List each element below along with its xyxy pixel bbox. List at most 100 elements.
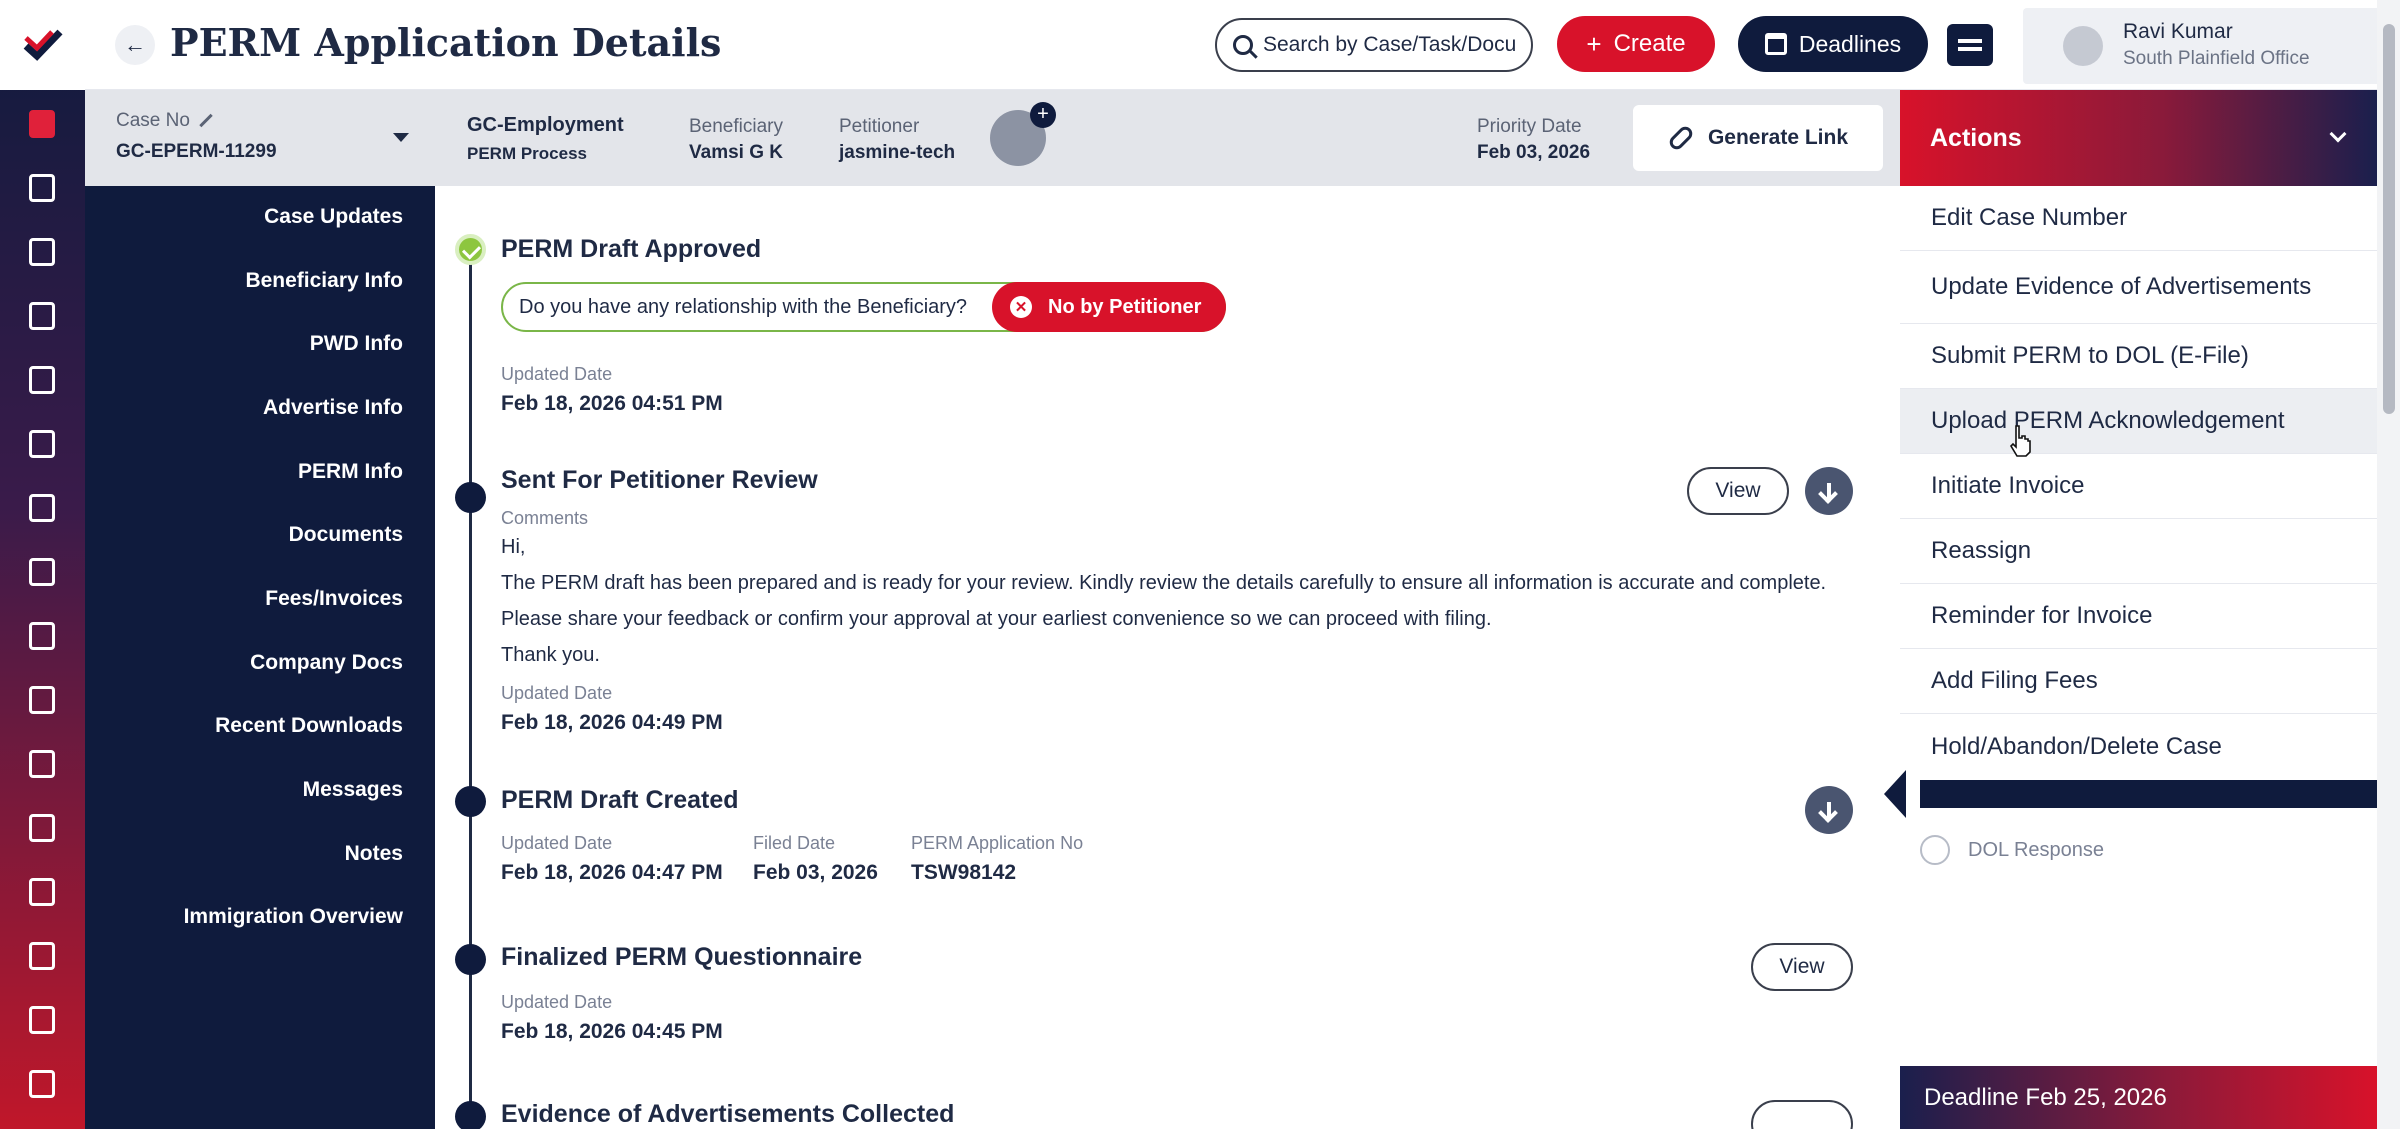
app-no: TSW98142 — [911, 861, 1017, 884]
download-icon[interactable] — [1805, 467, 1853, 515]
action-update-evidence[interactable]: Update Evidence of Advertisements — [1900, 251, 2377, 324]
view-button[interactable]: View — [1751, 943, 1853, 991]
filed-label: Filed Date — [753, 833, 836, 853]
section-advertise-info[interactable]: Advertise Info — [263, 396, 403, 420]
priority-date: Feb 03, 2026 — [1477, 142, 1591, 163]
folder-icon[interactable] — [20, 870, 64, 914]
app-no-label: PERM Application No — [911, 833, 1084, 853]
updated-label: Updated Date — [501, 992, 613, 1012]
view-button[interactable] — [1751, 1100, 1853, 1129]
updated-label: Updated Date — [501, 364, 613, 384]
dashboard-icon[interactable] — [20, 102, 64, 146]
comments-label: Comments — [501, 508, 589, 528]
action-submit-perm[interactable]: Submit PERM to DOL (E-File) — [1900, 324, 2377, 389]
chat-icon[interactable] — [20, 422, 64, 466]
create-label: Create — [1613, 30, 1686, 57]
case-timeline: PERM Draft Approved Do you have any rela… — [435, 186, 1900, 1129]
action-reminder-invoice[interactable]: Reminder for Invoice — [1900, 584, 2377, 649]
question-text: Do you have any relationship with the Be… — [519, 295, 968, 318]
action-reassign[interactable]: Reassign — [1900, 519, 2377, 584]
app-root: ← PERM Application Details + Create Dead… — [0, 0, 2400, 1129]
view-button[interactable]: View — [1687, 467, 1789, 515]
profile-icon[interactable] — [20, 998, 64, 1042]
event-title: Sent For Petitioner Review — [501, 466, 818, 494]
updated-date: Feb 18, 2026 04:49 PM — [501, 711, 723, 734]
deadlines-label: Deadlines — [1798, 30, 1902, 57]
app-logo[interactable] — [0, 0, 85, 90]
caret-down-icon[interactable] — [393, 133, 409, 142]
section-nav: Case Updates Beneficiary Info PWD Info A… — [85, 186, 435, 1129]
cases-icon[interactable] — [20, 166, 64, 210]
action-edit-case-number[interactable]: Edit Case Number — [1900, 186, 2377, 251]
section-notes[interactable]: Notes — [345, 842, 403, 866]
step-pointer — [1884, 770, 1906, 818]
section-company-docs[interactable]: Company Docs — [250, 651, 403, 675]
section-beneficiary-info[interactable]: Beneficiary Info — [245, 269, 403, 293]
actions-dropdown-header[interactable]: Actions — [1900, 90, 2377, 186]
checklist-icon[interactable] — [20, 358, 64, 402]
search-input[interactable] — [1263, 33, 1523, 57]
clipboard-icon[interactable] — [20, 678, 64, 722]
user-menu[interactable]: Ravi Kumar South Plainfield Office — [2023, 8, 2393, 84]
comment-line: Please share your feedback or confirm yo… — [501, 608, 1492, 630]
updated-label: Updated Date — [501, 833, 613, 853]
case-number: GC-EPERM-11299 — [116, 141, 277, 162]
comment-line: Thank you. — [501, 644, 600, 666]
user-office: South Plainfield Office — [2123, 48, 2310, 69]
actions-panel: Actions Edit Case Number Update Evidence… — [1884, 90, 2377, 1129]
create-button[interactable]: + Create — [1557, 16, 1715, 72]
back-arrow-icon[interactable]: ← — [115, 25, 155, 65]
search-box[interactable] — [1215, 18, 1533, 72]
section-pwd-info[interactable]: PWD Info — [310, 332, 403, 356]
close-circle-icon: ✕ — [1010, 296, 1032, 318]
beneficiary-label: Beneficiary — [689, 116, 783, 137]
case-process: PERM Process — [467, 144, 587, 163]
user-name: Ravi Kumar — [2123, 20, 2233, 43]
calendar-icon[interactable] — [20, 614, 64, 658]
step-label: DOL Response — [1968, 838, 2104, 861]
section-documents[interactable]: Documents — [289, 523, 403, 547]
action-initiate-invoice[interactable]: Initiate Invoice — [1900, 454, 2377, 519]
check-circle-icon — [455, 234, 486, 265]
timeline-line — [469, 250, 472, 1129]
book-icon[interactable] — [20, 486, 64, 530]
user-icon[interactable] — [20, 742, 64, 786]
notes-icon[interactable] — [20, 934, 64, 978]
generate-link-label: Generate Link — [1707, 126, 1849, 149]
documents-icon[interactable] — [20, 294, 64, 338]
avatar — [2063, 26, 2103, 66]
deadline-banner: Deadline Feb 25, 2026 — [1900, 1066, 2377, 1129]
updated-label: Updated Date — [501, 683, 613, 703]
pencil-icon[interactable] — [199, 114, 213, 128]
step-dol-response[interactable]: DOL Response — [1920, 835, 2104, 865]
edit-doc-icon[interactable] — [20, 550, 64, 594]
action-upload-acknowledgement[interactable]: Upload PERM Acknowledgement — [1900, 389, 2377, 454]
action-hold-abandon-delete[interactable]: Hold/Abandon/Delete Case — [1900, 714, 2377, 779]
section-recent-downloads[interactable]: Recent Downloads — [215, 714, 403, 738]
case-no-label: Case No — [116, 110, 214, 132]
ledger-icon[interactable] — [20, 1062, 64, 1106]
download-icon[interactable] — [1805, 786, 1853, 834]
priority-date-label: Priority Date — [1477, 116, 1582, 137]
section-case-updates[interactable]: Case Updates — [264, 205, 403, 229]
answer-text: No by Petitioner — [1048, 295, 1202, 318]
section-immigration-overview[interactable]: Immigration Overview — [184, 905, 403, 929]
add-contact-icon[interactable]: + — [1030, 102, 1056, 128]
event-title: Finalized PERM Questionnaire — [501, 943, 863, 971]
generate-link-button[interactable]: Generate Link — [1633, 105, 1883, 171]
timeline-dot — [455, 786, 486, 817]
updated-date: Feb 18, 2026 04:47 PM — [501, 861, 723, 884]
messages-icon[interactable] — [1947, 24, 1993, 66]
event-title: PERM Draft Created — [501, 786, 739, 814]
team-icon[interactable] — [20, 806, 64, 850]
plus-icon: + — [1586, 28, 1602, 59]
action-add-filing-fees[interactable]: Add Filing Fees — [1900, 649, 2377, 714]
section-fees-invoices[interactable]: Fees/Invoices — [265, 587, 403, 611]
comment-line: Hi, — [501, 536, 526, 558]
section-messages[interactable]: Messages — [303, 778, 403, 802]
section-perm-info[interactable]: PERM Info — [298, 460, 403, 484]
scrollbar-thumb[interactable] — [2383, 24, 2395, 414]
timeline-dot — [455, 482, 486, 513]
deadlines-button[interactable]: Deadlines — [1738, 16, 1928, 72]
forms-icon[interactable] — [20, 230, 64, 274]
